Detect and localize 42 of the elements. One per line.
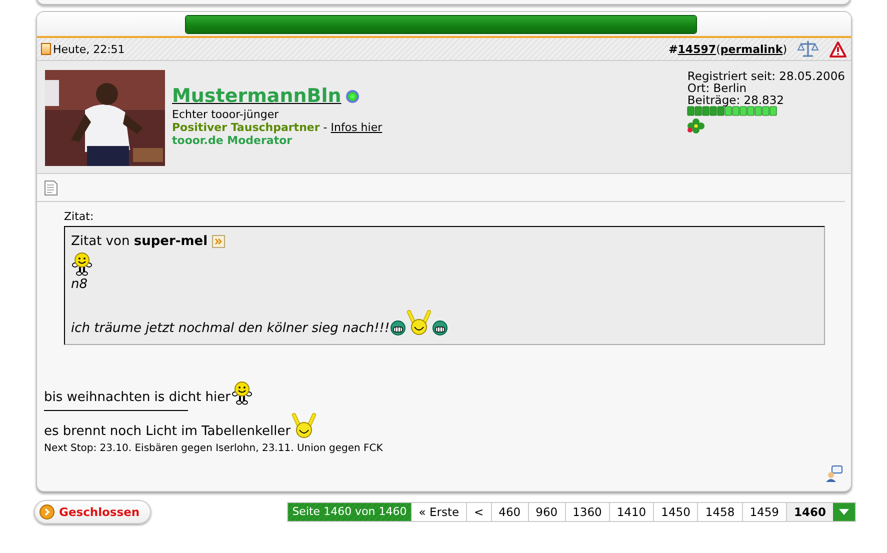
cheering-smiley-icon [290,413,317,439]
page-link[interactable]: 1450 [653,503,698,521]
clover-icon [687,118,706,134]
trade-status-label: Positiver Tauschpartner [172,121,320,134]
hash-sign: # [668,42,678,56]
quote-heading: Zitat von super-mel [71,234,208,249]
dropdown-button[interactable] [833,503,855,521]
smiley-icon [230,381,253,405]
quote-label: Zitat: [64,210,95,223]
post-icon [41,43,51,55]
message-text: bis weihnachten is dicht hier [44,390,231,405]
separator: - [322,121,328,134]
user-stat: Beiträge: 28.832 [687,94,785,106]
caret-down-icon [838,508,850,516]
scales-icon[interactable] [797,39,819,59]
user-title: Echter tooor-jünger [172,108,280,121]
grinning-face-icon [390,320,406,336]
permalink-link[interactable]: permalink [720,42,783,56]
smiley-icon [71,252,93,276]
user-stat: Registriert seit: 28.05.2006 [687,70,845,82]
post-number-link[interactable]: 14597 [678,42,716,56]
jump-to-post-icon[interactable] [212,235,225,248]
message-text: Next Stop: 23.10. Eisbären gegen Iserlohn, 23.11. Union gegen FCK [44,443,383,454]
user-comment-icon[interactable] [825,465,843,483]
page-link[interactable]: 1460 [786,503,833,521]
post-date: Heute, 22:51 [53,42,125,56]
message-text: n8 [71,277,88,292]
paren: ( [716,42,720,56]
thread-closed-button[interactable]: Geschlossen [34,500,151,524]
page-indicator: Seite 1460 von 1460 [288,503,411,521]
document-icon [44,180,58,196]
info-link[interactable]: Infos hier [330,121,382,134]
cheering-smiley-icon [406,310,432,336]
arrow-circle-icon [39,504,55,520]
message-text: ich träume jetzt nochmal den kölner sieg nach!!! [71,321,390,336]
grinning-face-icon [432,320,448,336]
warning-icon[interactable] [829,40,847,58]
reputation-icon [687,106,778,116]
user-stat: Ort: Berlin [687,82,748,94]
message-text: es brennt noch Licht im Tabellenkeller [44,424,291,439]
user-role: tooor.de Moderator [172,134,294,147]
paren: ) [782,42,787,56]
